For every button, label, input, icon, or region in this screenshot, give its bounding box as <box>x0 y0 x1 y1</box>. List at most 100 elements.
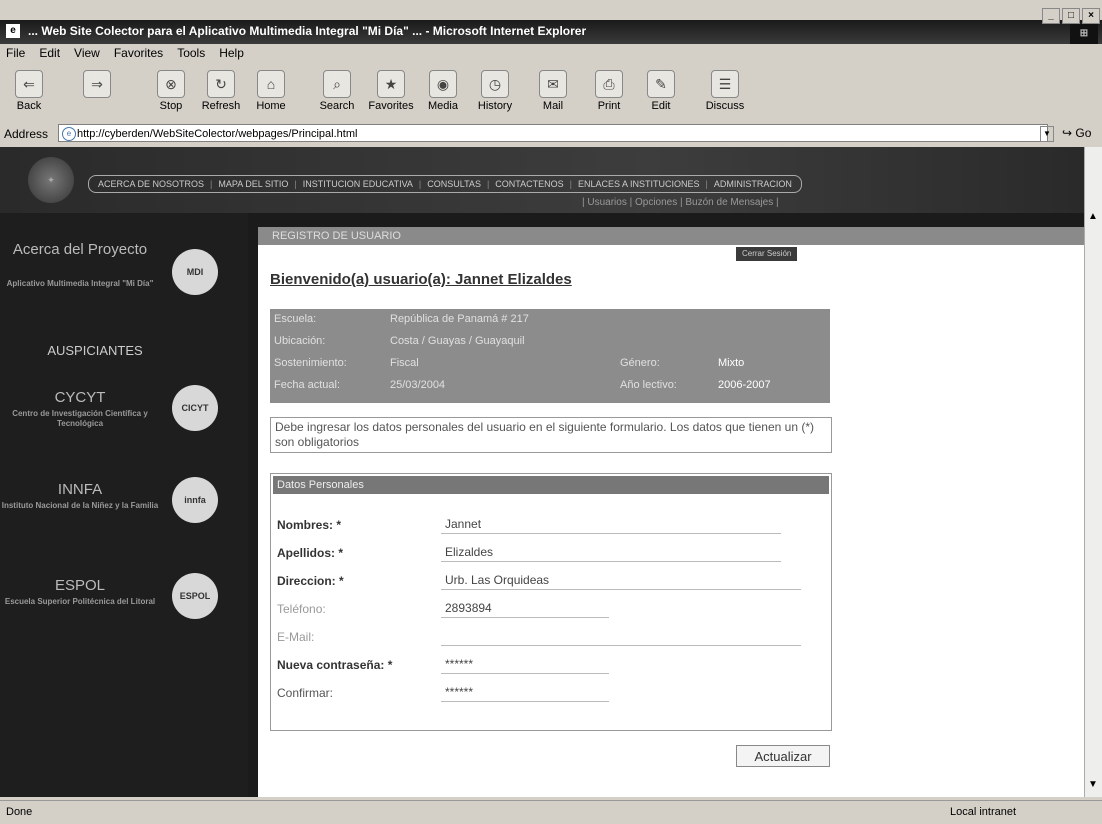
favorites-button[interactable]: ★ Favorites <box>366 70 416 112</box>
site-header: ✦ ACERCA DE NOSOTROS | MAPA DEL SITIO | IN… <box>0 147 1084 213</box>
refresh-button[interactable]: ↻ Refresh <box>196 70 246 112</box>
forward-button[interactable]: ⇒ <box>72 70 122 100</box>
standard-toolbar: ⇐ Back ⇒ ⊗ Stop ↻ Refresh ⌂ Home ⌕ Search ★ Fa… <box>0 70 1102 122</box>
sponsor-desc: Instituto Nacional de la Niñez y la Fami… <box>1 501 159 510</box>
mail-icon: ✉ <box>539 70 567 98</box>
search-button[interactable]: ⌕ Search <box>312 70 362 112</box>
address-input[interactable]: http://cyberden/WebSiteColector/webpages… <box>58 124 1048 142</box>
stop-button[interactable]: ⊗ Stop <box>146 70 196 112</box>
menu-view[interactable]: View <box>74 46 100 64</box>
back-arrow-icon: ⇐ <box>15 70 43 98</box>
sponsor-desc: Escuela Superior Politécnica del Litoral <box>4 597 156 606</box>
stop-icon: ⊗ <box>157 70 185 98</box>
nav-administracion[interactable]: ADMINISTRACION <box>711 179 795 189</box>
menu-file[interactable]: File <box>6 46 25 64</box>
section-title: REGISTRO DE USUARIO <box>258 227 1084 245</box>
maximize-button[interactable]: □ <box>1062 8 1080 24</box>
telefono-input[interactable] <box>441 598 609 618</box>
sponsor-desc: Centro de Investigación Científica y Tec… <box>12 409 148 428</box>
nombres-label: Nombres: * <box>277 518 342 532</box>
menu-help[interactable]: Help <box>219 46 244 64</box>
project-desc: Aplicativo Multimedia Integral "Mi Día" <box>6 279 154 288</box>
genero-label: Género: <box>620 357 660 369</box>
email-input[interactable] <box>441 626 801 646</box>
top-navigation: ACERCA DE NOSOTROS | MAPA DEL SITIO | INST… <box>88 175 802 193</box>
internet-explorer-icon: e <box>6 24 20 38</box>
escuela-label: Escuela: <box>274 313 317 325</box>
field-row: Confirmar: <box>277 682 817 704</box>
history-button[interactable]: ◷ History <box>470 70 520 112</box>
sostenimiento-value: Fiscal <box>390 357 419 369</box>
close-button[interactable]: × <box>1082 8 1100 24</box>
apellidos-input[interactable] <box>441 542 781 562</box>
sponsors-heading: AUSPICIANTES <box>47 343 143 358</box>
field-row: Apellidos: * <box>277 542 817 564</box>
mail-button[interactable]: ✉ Mail <box>528 70 578 112</box>
menu-tools[interactable]: Tools <box>177 46 205 64</box>
discuss-button[interactable]: ☰ Discuss <box>700 70 750 112</box>
mi-dia-badge[interactable]: MDI <box>172 249 218 295</box>
menu-bar: File Edit View Favorites Tools Help <box>0 46 244 64</box>
edit-icon: ✎ <box>647 70 675 98</box>
email-label: E-Mail: <box>277 630 315 644</box>
nav-acerca[interactable]: ACERCA DE NOSOTROS <box>95 179 207 189</box>
update-button[interactable]: Actualizar <box>736 745 830 767</box>
history-icon: ◷ <box>481 70 509 98</box>
innfa-badge[interactable]: innfa <box>172 477 218 523</box>
direccion-input[interactable] <box>441 570 801 590</box>
sponsor-name[interactable]: ESPOL <box>0 577 160 594</box>
welcome-message: Bienvenido(a) usuario(a): Jannet Elizald… <box>270 271 572 288</box>
nav-institucion[interactable]: INSTITUCION EDUCATIVA <box>300 179 416 189</box>
sponsor-name[interactable]: CYCYT <box>0 389 160 406</box>
address-dropdown-button[interactable]: ▼ <box>1040 126 1054 142</box>
left-sidebar: Acerca del Proyecto Aplicativo Multimedi… <box>0 213 248 797</box>
window-controls: _ □ × <box>1042 8 1100 24</box>
print-button[interactable]: ⎙ Print <box>584 70 634 112</box>
status-bar: Done Local intranet <box>0 800 1102 824</box>
address-bar: Address http://cyberden/WebSiteColector/… <box>0 124 1102 146</box>
personal-data-form: Datos Personales Nombres: * Apellidos: *… <box>270 473 832 731</box>
form-instructions: Debe ingresar los datos personales del u… <box>270 417 832 453</box>
menu-favorites[interactable]: Favorites <box>114 46 163 64</box>
field-row: E-Mail: <box>277 626 817 648</box>
project-title[interactable]: Acerca del Proyecto <box>0 241 160 258</box>
nav-enlaces[interactable]: ENLACES A INSTITUCIONES <box>575 179 703 189</box>
vertical-scrollbar[interactable]: ▲ ▼ <box>1084 147 1102 797</box>
edit-button[interactable]: ✎ Edit <box>636 70 686 112</box>
anio-label: Año lectivo: <box>620 379 677 391</box>
home-button[interactable]: ⌂ Home <box>246 70 296 112</box>
logout-button[interactable]: Cerrar Sesión <box>736 247 798 261</box>
minimize-button[interactable]: _ <box>1042 8 1060 24</box>
sponsor-name[interactable]: INNFA <box>0 481 160 498</box>
espol-badge[interactable]: ESPOL <box>172 573 218 619</box>
back-button[interactable]: ⇐ Back <box>4 70 54 112</box>
nav-mapa[interactable]: MAPA DEL SITIO <box>215 179 291 189</box>
sub-navigation[interactable]: | Usuarios | Opciones | Buzón de Mensaje… <box>582 197 779 208</box>
scroll-up-icon[interactable]: ▲ <box>1088 211 1098 222</box>
fecha-value: 25/03/2004 <box>390 379 446 391</box>
main-content: REGISTRO DE USUARIO Cerrar Sesión Bienve… <box>258 227 1084 797</box>
address-label: Address <box>4 127 49 141</box>
refresh-icon: ↻ <box>207 70 235 98</box>
escuela-value: República de Panamá # 217 <box>390 313 529 325</box>
menu-edit[interactable]: Edit <box>39 46 60 64</box>
anio-value: 2006-2007 <box>718 379 771 391</box>
form-heading: Datos Personales <box>273 476 829 494</box>
confirm-input[interactable] <box>441 682 609 702</box>
search-icon: ⌕ <box>323 70 351 98</box>
field-row: Nueva contraseña: * <box>277 654 817 676</box>
favorites-icon: ★ <box>377 70 405 98</box>
nav-contactenos[interactable]: CONTACTENOS <box>492 179 566 189</box>
sostenimiento-label: Sostenimiento: <box>274 357 347 369</box>
scroll-down-icon[interactable]: ▼ <box>1088 779 1098 790</box>
security-zone: Local intranet <box>950 806 1017 818</box>
cicyt-badge[interactable]: CICYT <box>172 385 218 431</box>
nombres-input[interactable] <box>441 514 781 534</box>
media-button[interactable]: ◉ Media <box>418 70 468 112</box>
field-row: Direccion: * <box>277 570 817 592</box>
window-title: ... Web Site Colector para el Aplicativo… <box>28 24 587 38</box>
password-input[interactable] <box>441 654 609 674</box>
go-button[interactable]: ↪ Go <box>1062 126 1091 140</box>
nav-consultas[interactable]: CONSULTAS <box>424 179 484 189</box>
field-row: Nombres: * <box>277 514 817 536</box>
